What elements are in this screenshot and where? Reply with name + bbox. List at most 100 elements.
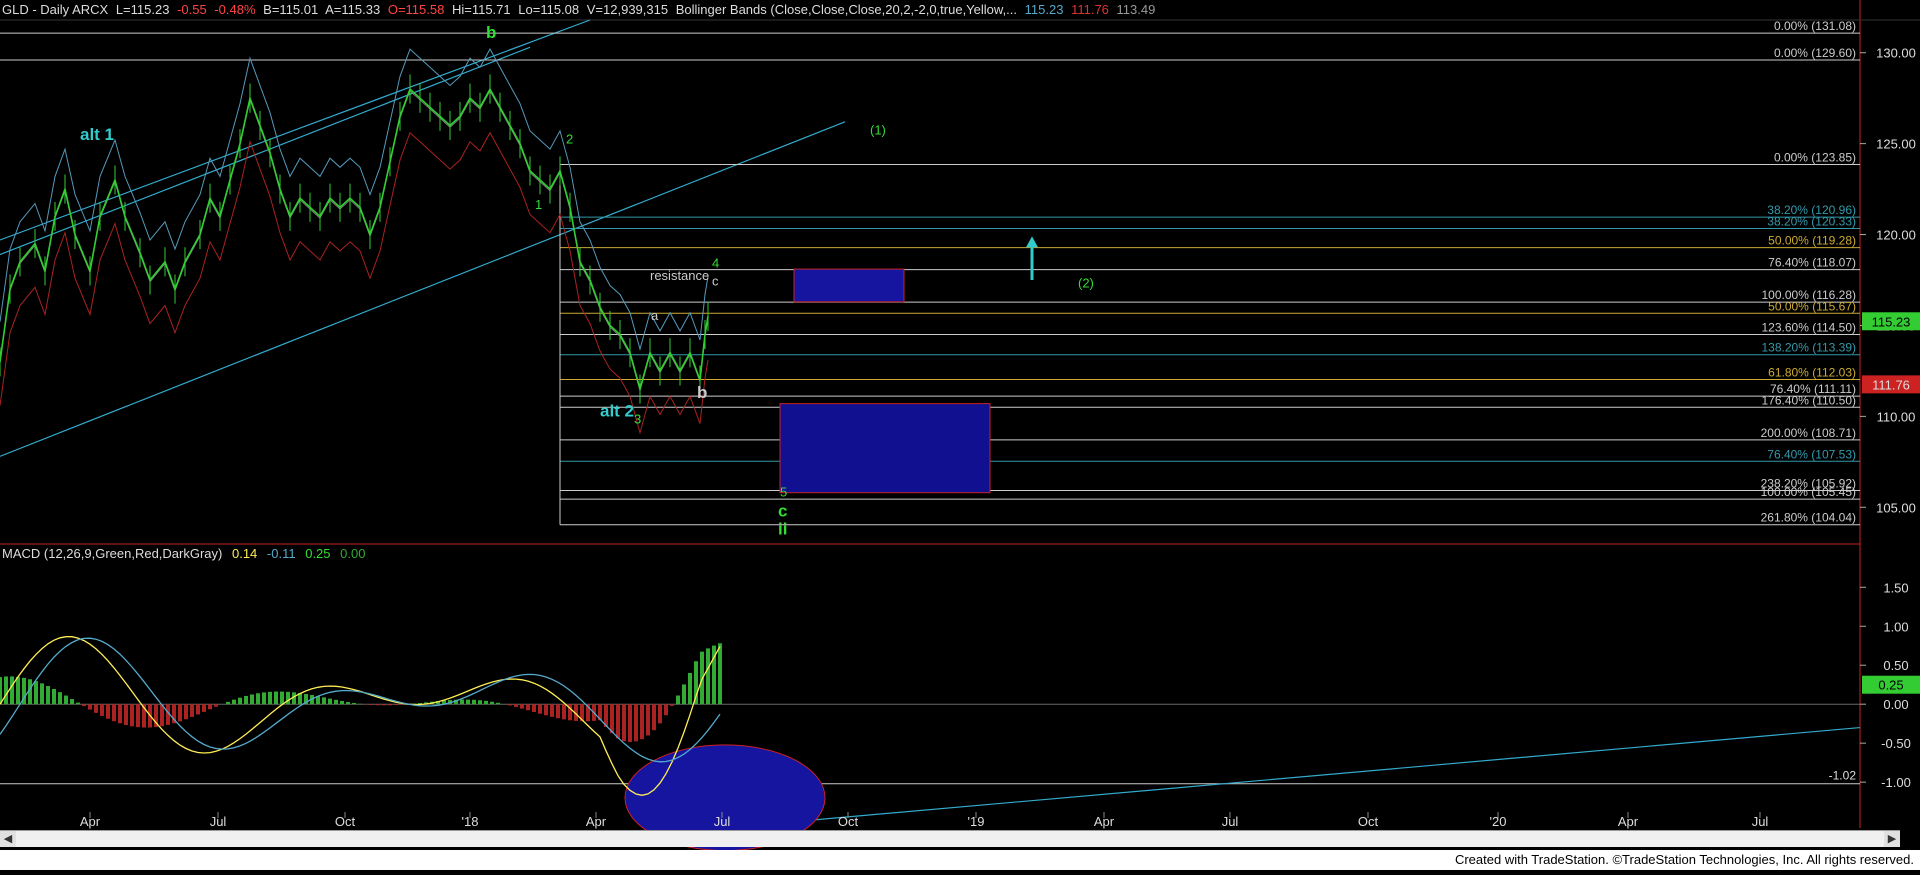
macd-histogram-bar (40, 683, 44, 704)
macd-histogram-bar (466, 700, 470, 705)
macd-tick-label: 0.50 (1883, 658, 1908, 673)
bollinger-upper (0, 49, 708, 349)
wave-label: 5 (780, 484, 787, 499)
macd-tick-label: -0.50 (1881, 736, 1911, 751)
fib-level-label: 100.00% (105.45) (1761, 485, 1856, 499)
macd-histogram-bar (112, 704, 116, 721)
macd-histogram-bar (10, 676, 14, 704)
macd-histogram-bar (184, 704, 188, 719)
macd-histogram-bar (496, 703, 500, 704)
change-percent: -0.48% (214, 2, 255, 17)
price-tick-label: 125.00 (1876, 137, 1916, 152)
wave-label: c (778, 501, 787, 520)
macd-histogram-bar (136, 704, 140, 727)
macd-histogram-bar (178, 704, 182, 721)
wave-label: b (697, 383, 707, 402)
macd-value-4: 0.00 (340, 546, 365, 561)
fib-level-label: 0.00% (131.08) (1774, 19, 1856, 33)
scroll-left-icon[interactable]: ◀ (0, 831, 16, 847)
macd-histogram-bar (688, 673, 692, 704)
x-tick-label: Oct (1358, 814, 1379, 829)
macd-value-3: 0.25 (305, 546, 330, 561)
fib-level-label: 38.20% (120.33) (1767, 215, 1856, 229)
macd-histogram-bar (340, 701, 344, 704)
fib-level-label: 76.40% (107.53) (1767, 447, 1856, 461)
price-header: GLD - Daily ARCX L=115.23 -0.55 -0.48% B… (2, 2, 1159, 18)
macd-tick-label: 0.00 (1883, 697, 1908, 712)
macd-histogram-bar (118, 704, 122, 723)
macd-histogram-bar (52, 689, 56, 704)
bb-value-1: 115.23 (1025, 2, 1064, 17)
macd-histogram-bar (514, 704, 518, 707)
macd-histogram-bar (550, 704, 554, 717)
macd-signal-line (0, 638, 720, 762)
scroll-right-icon[interactable]: ▶ (1884, 831, 1900, 847)
ask: A=115.33 (325, 2, 380, 17)
target-box (780, 404, 990, 493)
macd-histogram-bar (130, 704, 134, 726)
macd-tick-label: 1.50 (1883, 580, 1908, 595)
macd-histogram-bar (262, 692, 266, 704)
bollinger-lower (0, 133, 708, 433)
x-tick-label: Apr (1618, 814, 1639, 829)
macd-histogram-bar (58, 692, 62, 704)
chart-window: 105.00110.00115.00120.00125.00130.000.00… (0, 0, 1920, 870)
macd-current-tag-label: 0.25 (1878, 678, 1903, 693)
macd-histogram-bar (658, 704, 662, 723)
chart-canvas[interactable]: 105.00110.00115.00120.00125.00130.000.00… (0, 0, 1920, 870)
macd-histogram-bar (250, 694, 254, 704)
macd-histogram-bar (562, 704, 566, 719)
change: -0.55 (177, 2, 207, 17)
macd-histogram-bar (244, 696, 248, 704)
price-tick-label: 120.00 (1876, 228, 1916, 243)
macd-histogram-bar (610, 704, 614, 733)
macd-histogram-bar (334, 700, 338, 704)
wave-label: b (486, 23, 496, 42)
fib-level-label: 123.60% (114.50) (1761, 321, 1856, 335)
macd-histogram-bar (196, 704, 200, 714)
macd-histogram-bar (256, 693, 260, 704)
fib-level-label: 138.20% (113.39) (1761, 341, 1856, 355)
macd-histogram-bar (64, 696, 68, 705)
macd-histogram-bar (106, 704, 110, 719)
macd-histogram-bar (376, 704, 380, 705)
macd-histogram-bar (214, 704, 218, 707)
wave-label: ii (778, 520, 787, 539)
macd-histogram-bar (82, 704, 86, 706)
macd-value-2: -0.11 (267, 546, 296, 561)
macd-histogram-bar (34, 681, 38, 704)
x-tick-label: Jul (210, 814, 227, 829)
macd-histogram-bar (202, 704, 206, 712)
macd-hline-label: -1.02 (1829, 769, 1857, 783)
x-tick-label: Jul (1222, 814, 1239, 829)
wave-label: (1) (870, 123, 886, 138)
macd-histogram-bar (652, 704, 656, 730)
macd-histogram-bar (556, 704, 560, 718)
wave-label: c (712, 273, 719, 288)
macd-histogram-bar (4, 676, 8, 704)
macd-histogram-bar (508, 704, 512, 705)
fib-level-label: 200.00% (108.71) (1761, 426, 1856, 440)
x-tick-label: Jul (714, 814, 731, 829)
wave-label: resistance (650, 268, 709, 283)
wave-label: 1 (535, 197, 542, 212)
macd-histogram-bar (328, 699, 332, 705)
wave-label: a (651, 308, 659, 323)
x-tick-label: Apr (586, 814, 607, 829)
fib-level-label: 0.00% (129.60) (1774, 46, 1856, 60)
macd-histogram-bar (346, 702, 350, 704)
macd-tick-label: 1.00 (1883, 619, 1908, 634)
horizontal-scrollbar[interactable]: ◀ ▶ (0, 830, 1900, 847)
low: Lo=115.08 (518, 2, 579, 17)
wave-label: alt 2 (600, 401, 634, 420)
price-tick-label: 130.00 (1876, 46, 1916, 61)
macd-histogram-bar (718, 643, 722, 704)
x-tick-label: Apr (1094, 814, 1115, 829)
x-tick-label: Oct (838, 814, 859, 829)
copyright: Created with TradeStation. ©TradeStation… (1455, 852, 1914, 867)
macd-histogram-bar (274, 692, 278, 705)
bb-value-2: 111.76 (1071, 2, 1109, 17)
volume: V=12,939,315 (587, 2, 668, 17)
macd-histogram-bar (322, 697, 326, 704)
wave-label: 4 (712, 255, 719, 270)
